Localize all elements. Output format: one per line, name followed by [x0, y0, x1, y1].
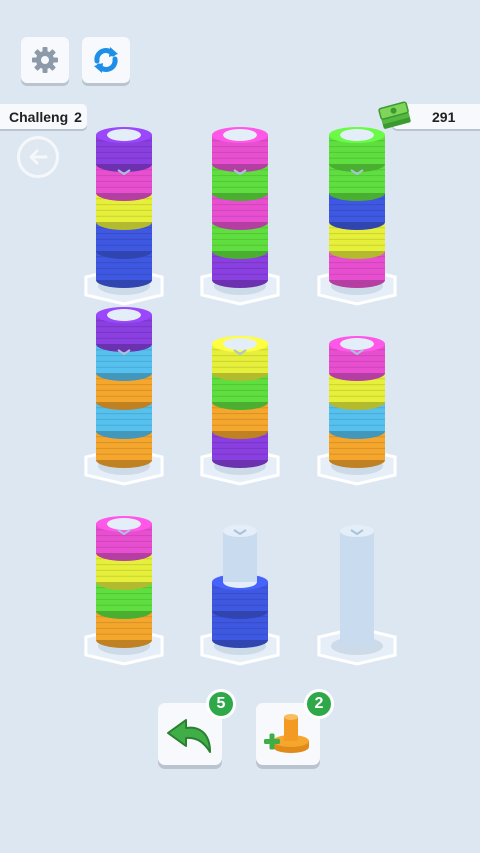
- add-pole-count-badge: 2: [304, 689, 334, 719]
- pole-9[interactable]: [317, 525, 397, 666]
- undo-button[interactable]: 5: [158, 689, 236, 765]
- pole-7[interactable]: [84, 516, 164, 666]
- undo-count-badge: 5: [206, 689, 236, 719]
- undo-arrow-icon: [167, 719, 211, 753]
- pole-2[interactable]: [200, 127, 280, 306]
- ring-hole: [107, 129, 141, 141]
- pole-6[interactable]: [317, 336, 397, 486]
- ring-hole: [107, 518, 141, 530]
- add-pole-button[interactable]: 2: [256, 689, 334, 765]
- pole-4[interactable]: [84, 307, 164, 486]
- ring-hole: [223, 338, 257, 350]
- ring-hole: [340, 129, 374, 141]
- pole-rod: [340, 531, 374, 646]
- game-board: [84, 127, 397, 666]
- ring-hole: [223, 129, 257, 141]
- ring-hole: [340, 338, 374, 350]
- pole-rod-exposed: [223, 531, 257, 582]
- pole-1[interactable]: [84, 127, 164, 306]
- pole-3[interactable]: [317, 127, 397, 306]
- pole-5[interactable]: [200, 336, 280, 486]
- add-pole-icon: [264, 714, 309, 753]
- ring-hole: [107, 309, 141, 321]
- pole-8[interactable]: [200, 525, 280, 666]
